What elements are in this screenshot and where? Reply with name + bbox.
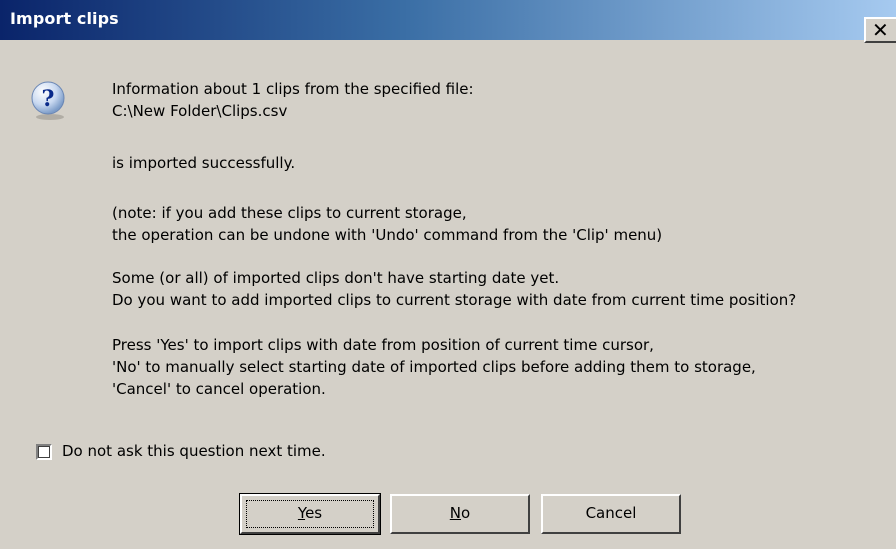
close-icon: ✕ <box>872 18 889 42</box>
message-line-4: (note: if you add these clips to current… <box>112 204 467 222</box>
close-button[interactable]: ✕ <box>864 17 896 43</box>
message-line-5: the operation can be undone with 'Undo' … <box>112 226 663 244</box>
import-clips-dialog: Import clips ✕ ? Information about 1 cli… <box>0 0 896 549</box>
message-line-9: 'No' to manually select starting date of… <box>112 358 756 376</box>
cancel-button[interactable]: Cancel <box>541 494 681 534</box>
title-bar[interactable]: Import clips <box>0 0 896 40</box>
message-line-8: Press 'Yes' to import clips with date fr… <box>112 336 654 354</box>
no-button[interactable]: No <box>390 494 530 534</box>
no-mnemonic: N <box>449 504 462 522</box>
message-line-1: Information about 1 clips from the speci… <box>112 80 474 98</box>
do-not-ask-label[interactable]: Do not ask this question next time. <box>62 441 326 461</box>
do-not-ask-checkbox[interactable] <box>36 444 52 460</box>
focus-rectangle <box>246 500 374 528</box>
message-line-2: C:\New Folder\Clips.csv <box>112 102 288 120</box>
message-line-10: 'Cancel' to cancel operation. <box>112 380 326 398</box>
question-icon: ? <box>31 81 65 120</box>
message-line-7: Do you want to add imported clips to cur… <box>112 291 797 309</box>
message-line-3: is imported successfully. <box>112 154 296 172</box>
yes-button[interactable]: Yes <box>239 493 381 535</box>
question-glyph: ? <box>42 86 55 112</box>
no-label-rest: o <box>461 504 471 522</box>
cancel-label: Cancel <box>585 504 637 522</box>
dialog-title: Import clips <box>10 9 119 28</box>
message-line-6: Some (or all) of imported clips don't ha… <box>112 269 560 287</box>
